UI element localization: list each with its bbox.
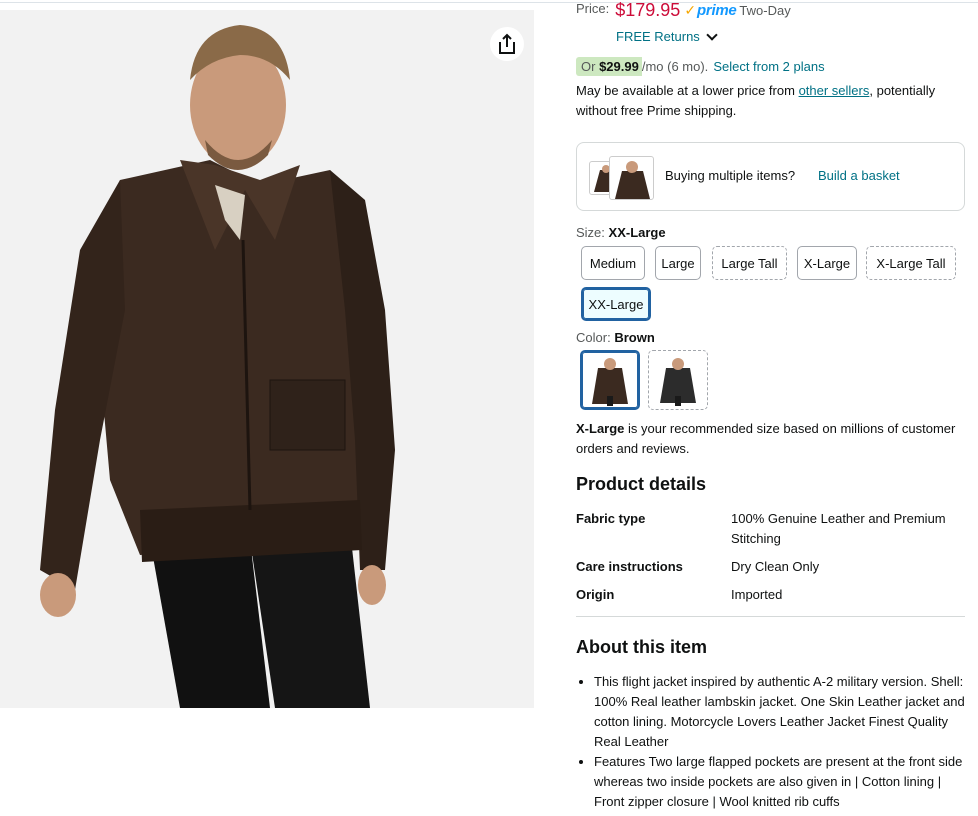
jacket-model-photo xyxy=(0,10,534,708)
prime-badge: ✓ prime xyxy=(684,2,736,19)
select-plans-link[interactable]: Select from 2 plans xyxy=(713,59,824,74)
about-bullet: This flight jacket inspired by authentic… xyxy=(594,672,966,752)
size-option-medium[interactable]: Medium xyxy=(581,246,645,280)
about-bullet: Features Two large flapped pockets are p… xyxy=(594,752,966,812)
recommendation-text: is your recommended size based on millio… xyxy=(576,421,956,456)
build-basket-box: Buying multiple items? Build a basket xyxy=(576,142,965,211)
free-returns-link[interactable]: FREE Returns xyxy=(616,28,718,44)
color-swatch-alternate[interactable] xyxy=(648,350,708,410)
share-icon xyxy=(499,33,515,54)
lower-price-pre: May be available at a lower price from xyxy=(576,83,795,98)
size-option-large[interactable]: Large xyxy=(655,246,701,280)
main-product-image[interactable] xyxy=(0,10,534,708)
build-basket-link[interactable]: Build a basket xyxy=(818,168,900,183)
prime-check-icon: ✓ xyxy=(684,2,697,18)
about-heading: About this item xyxy=(576,637,707,657)
chevron-down-icon xyxy=(706,28,718,41)
basket-prompt: Buying multiple items? xyxy=(665,168,796,183)
detail-row: Care instructions Dry Clean Only xyxy=(576,557,965,577)
detail-value: Dry Clean Only xyxy=(731,559,820,574)
size-option-large-tall[interactable]: Large Tall xyxy=(712,246,787,280)
price-value: $179.95 xyxy=(615,0,681,20)
detail-value: 100% Genuine Leather and Premium Stitchi… xyxy=(731,511,946,546)
color-swatch-brown[interactable] xyxy=(580,350,640,410)
section-divider xyxy=(576,616,965,617)
basket-thumbnails xyxy=(589,156,655,200)
detail-row: Fabric type 100% Genuine Leather and Pre… xyxy=(576,509,965,549)
size-option-x-large-tall[interactable]: X-Large Tall xyxy=(866,246,956,280)
color-label: Color: Brown xyxy=(576,330,655,345)
size-selected: XX-Large xyxy=(608,225,666,240)
monthly-amount: $29.99 xyxy=(599,58,639,74)
detail-row: Origin Imported xyxy=(576,585,965,605)
top-divider xyxy=(0,0,978,3)
monthly-or: Or xyxy=(581,58,596,74)
size-option-x-large[interactable]: X-Large xyxy=(797,246,857,280)
prime-delivery-text: Two-Day xyxy=(739,3,791,18)
free-returns-label: FREE Returns xyxy=(616,29,700,44)
detail-value: Imported xyxy=(731,587,783,602)
color-selected: Brown xyxy=(614,330,655,345)
monthly-payment-row: Or $29.99 /mo (6 mo). Select from 2 plan… xyxy=(576,56,825,76)
share-button[interactable] xyxy=(490,27,524,61)
detail-key: Fabric type xyxy=(576,511,646,526)
size-label-text: Size: xyxy=(576,225,605,240)
lower-price-notice: May be available at a lower price from o… xyxy=(576,81,956,121)
detail-key: Care instructions xyxy=(576,559,683,574)
recommended-size: X-Large xyxy=(576,421,625,436)
detail-key: Origin xyxy=(576,587,615,602)
color-label-text: Color: xyxy=(576,330,611,345)
price-label: Price: xyxy=(576,1,610,16)
basket-thumbnail-front xyxy=(609,156,654,200)
size-recommendation: X-Large is your recommended size based o… xyxy=(576,419,966,459)
about-bullets: This flight jacket inspired by authentic… xyxy=(594,672,966,812)
prime-logo: prime xyxy=(697,2,737,19)
monthly-payment-badge: Or $29.99 xyxy=(576,56,642,76)
size-option-xx-large[interactable]: XX-Large xyxy=(581,287,651,321)
monthly-term: /mo (6 mo). xyxy=(641,58,709,74)
other-sellers-link[interactable]: other sellers xyxy=(799,83,870,98)
price-row: Price: $179.95 ✓ prime Two-Day xyxy=(576,0,791,26)
product-details-heading: Product details xyxy=(576,474,707,494)
size-label: Size: XX-Large xyxy=(576,225,666,240)
